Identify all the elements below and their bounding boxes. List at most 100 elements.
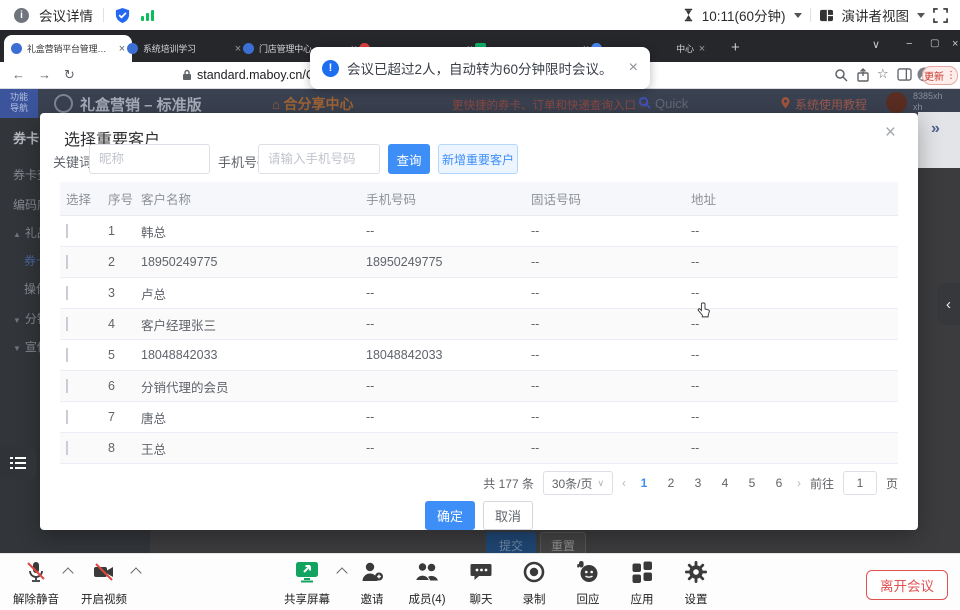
zoom-icon[interactable]	[834, 68, 848, 82]
table-header-row: 选择 序号 客户名称 手机号码 固话号码 地址	[60, 182, 898, 216]
record-button[interactable]: 录制	[506, 560, 562, 607]
update-label: 更新	[924, 68, 944, 83]
tab-search-icon[interactable]: ∨	[872, 38, 880, 51]
side-panel-icon[interactable]	[897, 68, 912, 81]
time-dropdown-icon[interactable]	[794, 13, 802, 18]
notification-text: 会议已超过2人，自动转为60分钟限时会议。	[347, 58, 613, 78]
record-icon	[522, 560, 546, 584]
browser-tab-2[interactable]: 系统培训学习 ×	[120, 35, 248, 62]
window-minimize-button[interactable]: −	[906, 38, 912, 50]
reload-icon[interactable]: ↻	[64, 67, 75, 83]
meeting-top-bar: i 会议详情 10:11(60分钟) 演讲者视图	[0, 0, 960, 30]
row-checkbox[interactable]	[66, 317, 68, 331]
view-dropdown-icon[interactable]	[917, 13, 925, 18]
share-center-link[interactable]: ⌂ 合分享中心	[272, 94, 353, 114]
row-checkbox[interactable]	[66, 255, 68, 269]
keyword-input[interactable]	[89, 144, 210, 174]
video-options-chevron[interactable]	[130, 567, 141, 578]
promo-text: 更快捷的券卡、订单和快递查询入口 ☞	[452, 97, 650, 113]
leave-meeting-button[interactable]: 离开会议	[866, 570, 948, 600]
row-checkbox[interactable]	[66, 441, 68, 455]
collapse-panel-icon[interactable]: »	[931, 120, 940, 138]
row-checkbox[interactable]	[66, 224, 68, 238]
members-button[interactable]: 成员(4)	[399, 560, 455, 607]
bookmark-star-icon[interactable]: ☆	[877, 66, 889, 82]
page-number-2[interactable]: 2	[662, 476, 680, 490]
page-number-4[interactable]: 4	[716, 476, 734, 490]
row-checkbox[interactable]	[66, 286, 68, 300]
user-avatar[interactable]	[886, 92, 907, 113]
window-restore-button[interactable]: ▢	[930, 38, 939, 49]
new-tab-button[interactable]: +	[731, 39, 740, 56]
tab-title: 礼盒营销平台管理中心	[27, 42, 114, 55]
next-page-icon[interactable]: ›	[797, 476, 801, 490]
page-number-1[interactable]: 1	[635, 476, 653, 490]
reaction-smiley-icon	[576, 560, 600, 584]
settings-label: 设置	[668, 591, 724, 607]
row-checkbox[interactable]	[66, 348, 68, 362]
row-checkbox[interactable]	[66, 379, 68, 393]
reactions-label: 回应	[560, 591, 616, 607]
start-video-button[interactable]: 开启视频	[76, 560, 132, 607]
browser-update-button[interactable]: 更新 ⋮	[922, 66, 958, 85]
back-icon[interactable]: ←	[12, 67, 25, 82]
settings-button[interactable]: 设置	[668, 560, 724, 607]
expand-arrow-icon: ▼	[13, 344, 21, 353]
nav-label-2: 导航	[10, 103, 28, 114]
apps-grid-icon	[630, 560, 654, 584]
dialog-close-icon[interactable]: ×	[885, 122, 896, 144]
search-button[interactable]: 查询	[388, 144, 430, 174]
browser-tab-1[interactable]: 礼盒营销平台管理中心 ×	[4, 35, 132, 62]
goto-page-input[interactable]	[843, 471, 877, 495]
fullscreen-icon[interactable]	[933, 8, 948, 23]
share-page-icon[interactable]	[856, 68, 870, 82]
unmute-button[interactable]: 解除静音	[8, 560, 64, 607]
quick-search-placeholder[interactable]: Quick	[655, 96, 688, 111]
mic-muted-icon	[24, 560, 48, 584]
meeting-details-label[interactable]: 会议详情	[39, 5, 93, 25]
window-close-button[interactable]: ×	[952, 38, 958, 50]
confirm-button[interactable]: 确定	[425, 501, 475, 530]
page-number-5[interactable]: 5	[743, 476, 761, 490]
quick-search-icon[interactable]	[638, 96, 651, 109]
network-signal-icon[interactable]	[141, 9, 154, 21]
row-checkbox[interactable]	[66, 410, 68, 424]
view-mode-label[interactable]: 演讲者视图	[842, 5, 910, 25]
header-no: 序号	[102, 189, 135, 208]
page-size-select[interactable]: 30条/页∨	[543, 471, 613, 495]
start-video-label: 开启视频	[76, 591, 132, 607]
chevron-left-icon: ‹	[946, 296, 951, 313]
security-shield-icon[interactable]	[114, 7, 131, 24]
tutorial-link[interactable]: 系统使用教程	[795, 96, 867, 113]
add-customer-button[interactable]: 新增重要客户	[438, 144, 518, 174]
prev-page-icon[interactable]: ‹	[622, 476, 626, 490]
meeting-toolbar: 解除静音 开启视频 共享屏幕	[0, 553, 960, 610]
share-screen-label: 共享屏幕	[279, 591, 335, 607]
chat-button[interactable]: 聊天	[453, 560, 509, 607]
reactions-button[interactable]: 回应	[560, 560, 616, 607]
tab-favicon	[243, 43, 254, 54]
select-customer-dialog: 选择重要客户 × 关键词 手机号码 查询 新增重要客户 选择 序号 客户名称 手…	[40, 113, 918, 530]
divider	[810, 8, 811, 22]
share-screen-button[interactable]: 共享屏幕	[279, 560, 335, 607]
nav-toggle-button[interactable]: 功能 导航	[0, 88, 38, 118]
forward-icon[interactable]: →	[38, 67, 51, 82]
lock-icon[interactable]	[182, 69, 192, 81]
tab-close-icon[interactable]: ×	[699, 43, 705, 55]
brand-title: 礼盒营销 – 标准版	[80, 94, 202, 115]
tab-favicon	[127, 43, 138, 54]
page-number-3[interactable]: 3	[689, 476, 707, 490]
table-row: 4 客户经理张三 -- -- --	[60, 309, 898, 340]
phone-input[interactable]	[258, 144, 380, 174]
apps-button[interactable]: 应用	[614, 560, 670, 607]
mic-options-chevron[interactable]	[62, 567, 73, 578]
customer-table: 选择 序号 客户名称 手机号码 固话号码 地址 1 韩总 -- -- -- 2 …	[60, 182, 898, 464]
notification-close-icon[interactable]: ×	[629, 60, 638, 76]
invite-button[interactable]: 邀请	[344, 560, 400, 607]
pin-icon	[781, 97, 790, 109]
side-drawer-handle[interactable]: ‹	[937, 283, 960, 325]
floating-list-button[interactable]	[0, 447, 36, 479]
page-number-6[interactable]: 6	[770, 476, 788, 490]
cancel-button[interactable]: 取消	[483, 501, 533, 530]
chat-label: 聊天	[453, 591, 509, 607]
